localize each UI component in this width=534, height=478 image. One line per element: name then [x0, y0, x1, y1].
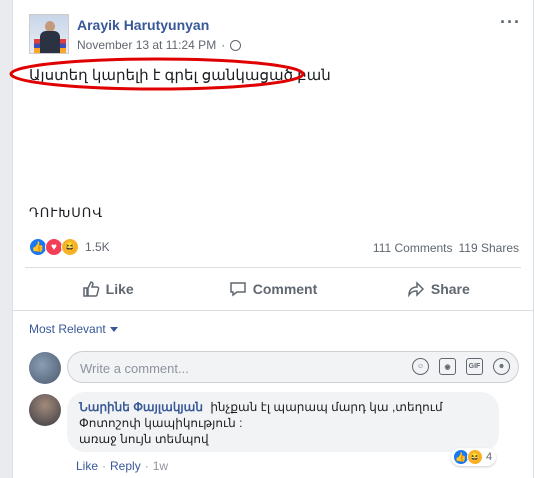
- commenter-avatar[interactable]: [29, 394, 61, 426]
- highlight-oval: [9, 57, 305, 91]
- divider: [25, 267, 521, 268]
- camera-icon[interactable]: ◉: [439, 358, 456, 375]
- sort-dropdown[interactable]: Most Relevant: [29, 322, 118, 336]
- post-meta: November 13 at 11:24 PM ·: [77, 38, 242, 52]
- shares-count[interactable]: 119 Shares: [459, 241, 520, 255]
- composer-icons: ☺ ◉ GIF ☻: [412, 358, 510, 375]
- author-avatar[interactable]: [29, 14, 69, 54]
- comment-button[interactable]: Comment: [190, 270, 355, 308]
- sticker-icon[interactable]: ☻: [493, 358, 510, 375]
- comment-reply-link[interactable]: Reply: [110, 459, 141, 473]
- like-button[interactable]: Like: [25, 270, 190, 308]
- comment-like-link[interactable]: Like: [76, 459, 98, 473]
- divider: [13, 310, 533, 311]
- caret-down-icon: [109, 326, 118, 332]
- comments-count[interactable]: 111 Comments: [373, 241, 453, 255]
- more-options-button[interactable]: ···: [500, 12, 521, 33]
- globe-icon[interactable]: [230, 39, 242, 51]
- post-timestamp[interactable]: November 13 at 11:24 PM: [77, 38, 216, 52]
- comment-bubble: Նարինե Փայլակյան ինչքան էլ պարապ մարդ կա…: [67, 392, 499, 452]
- comment-author[interactable]: Նարինե Փայլակյան: [79, 400, 203, 414]
- share-button[interactable]: Share: [356, 270, 521, 308]
- post-signature: ԴՈՒԽՍՈՎ: [29, 205, 104, 220]
- emoji-icon[interactable]: ☺: [412, 358, 429, 375]
- like-label: Like: [105, 281, 134, 297]
- comment-text-2: առաջ նույն տեմպով: [79, 432, 209, 446]
- avatar-body: [40, 31, 60, 53]
- post-actions: Like Comment Share: [25, 270, 521, 308]
- separator: ·: [102, 459, 107, 473]
- comment-reaction-count: 4: [486, 451, 493, 463]
- share-icon: [408, 281, 424, 298]
- comment-actions: Like · Reply · 1w: [76, 459, 168, 473]
- gif-icon[interactable]: GIF: [466, 358, 483, 375]
- comment-composer[interactable]: ☺ ◉ GIF ☻: [67, 351, 519, 383]
- comment-age[interactable]: 1w: [153, 459, 168, 473]
- post-author-name[interactable]: Arayik Harutyunyan: [77, 17, 209, 33]
- comment-input[interactable]: [78, 358, 382, 378]
- meta-separator: ·: [221, 38, 226, 52]
- haha-reaction-icon: 😆: [467, 449, 483, 465]
- thumbs-up-icon: [82, 281, 100, 297]
- comment-reactions[interactable]: 👍 😆 4: [451, 448, 497, 466]
- separator: ·: [144, 459, 149, 473]
- comment-icon: [229, 282, 246, 297]
- current-user-avatar[interactable]: [29, 352, 61, 384]
- post-card: Arayik Harutyunyan November 13 at 11:24 …: [9, 0, 534, 478]
- engagement-counts: 111 Comments 119 Shares: [373, 241, 519, 255]
- comment-label: Comment: [252, 281, 318, 297]
- reactions-summary[interactable]: 👍 ♥ 😆 1.5K: [29, 238, 110, 256]
- sort-label: Most Relevant: [29, 322, 106, 336]
- haha-reaction-icon: 😆: [61, 238, 79, 256]
- reaction-count[interactable]: 1.5K: [85, 240, 110, 254]
- share-label: Share: [430, 281, 470, 297]
